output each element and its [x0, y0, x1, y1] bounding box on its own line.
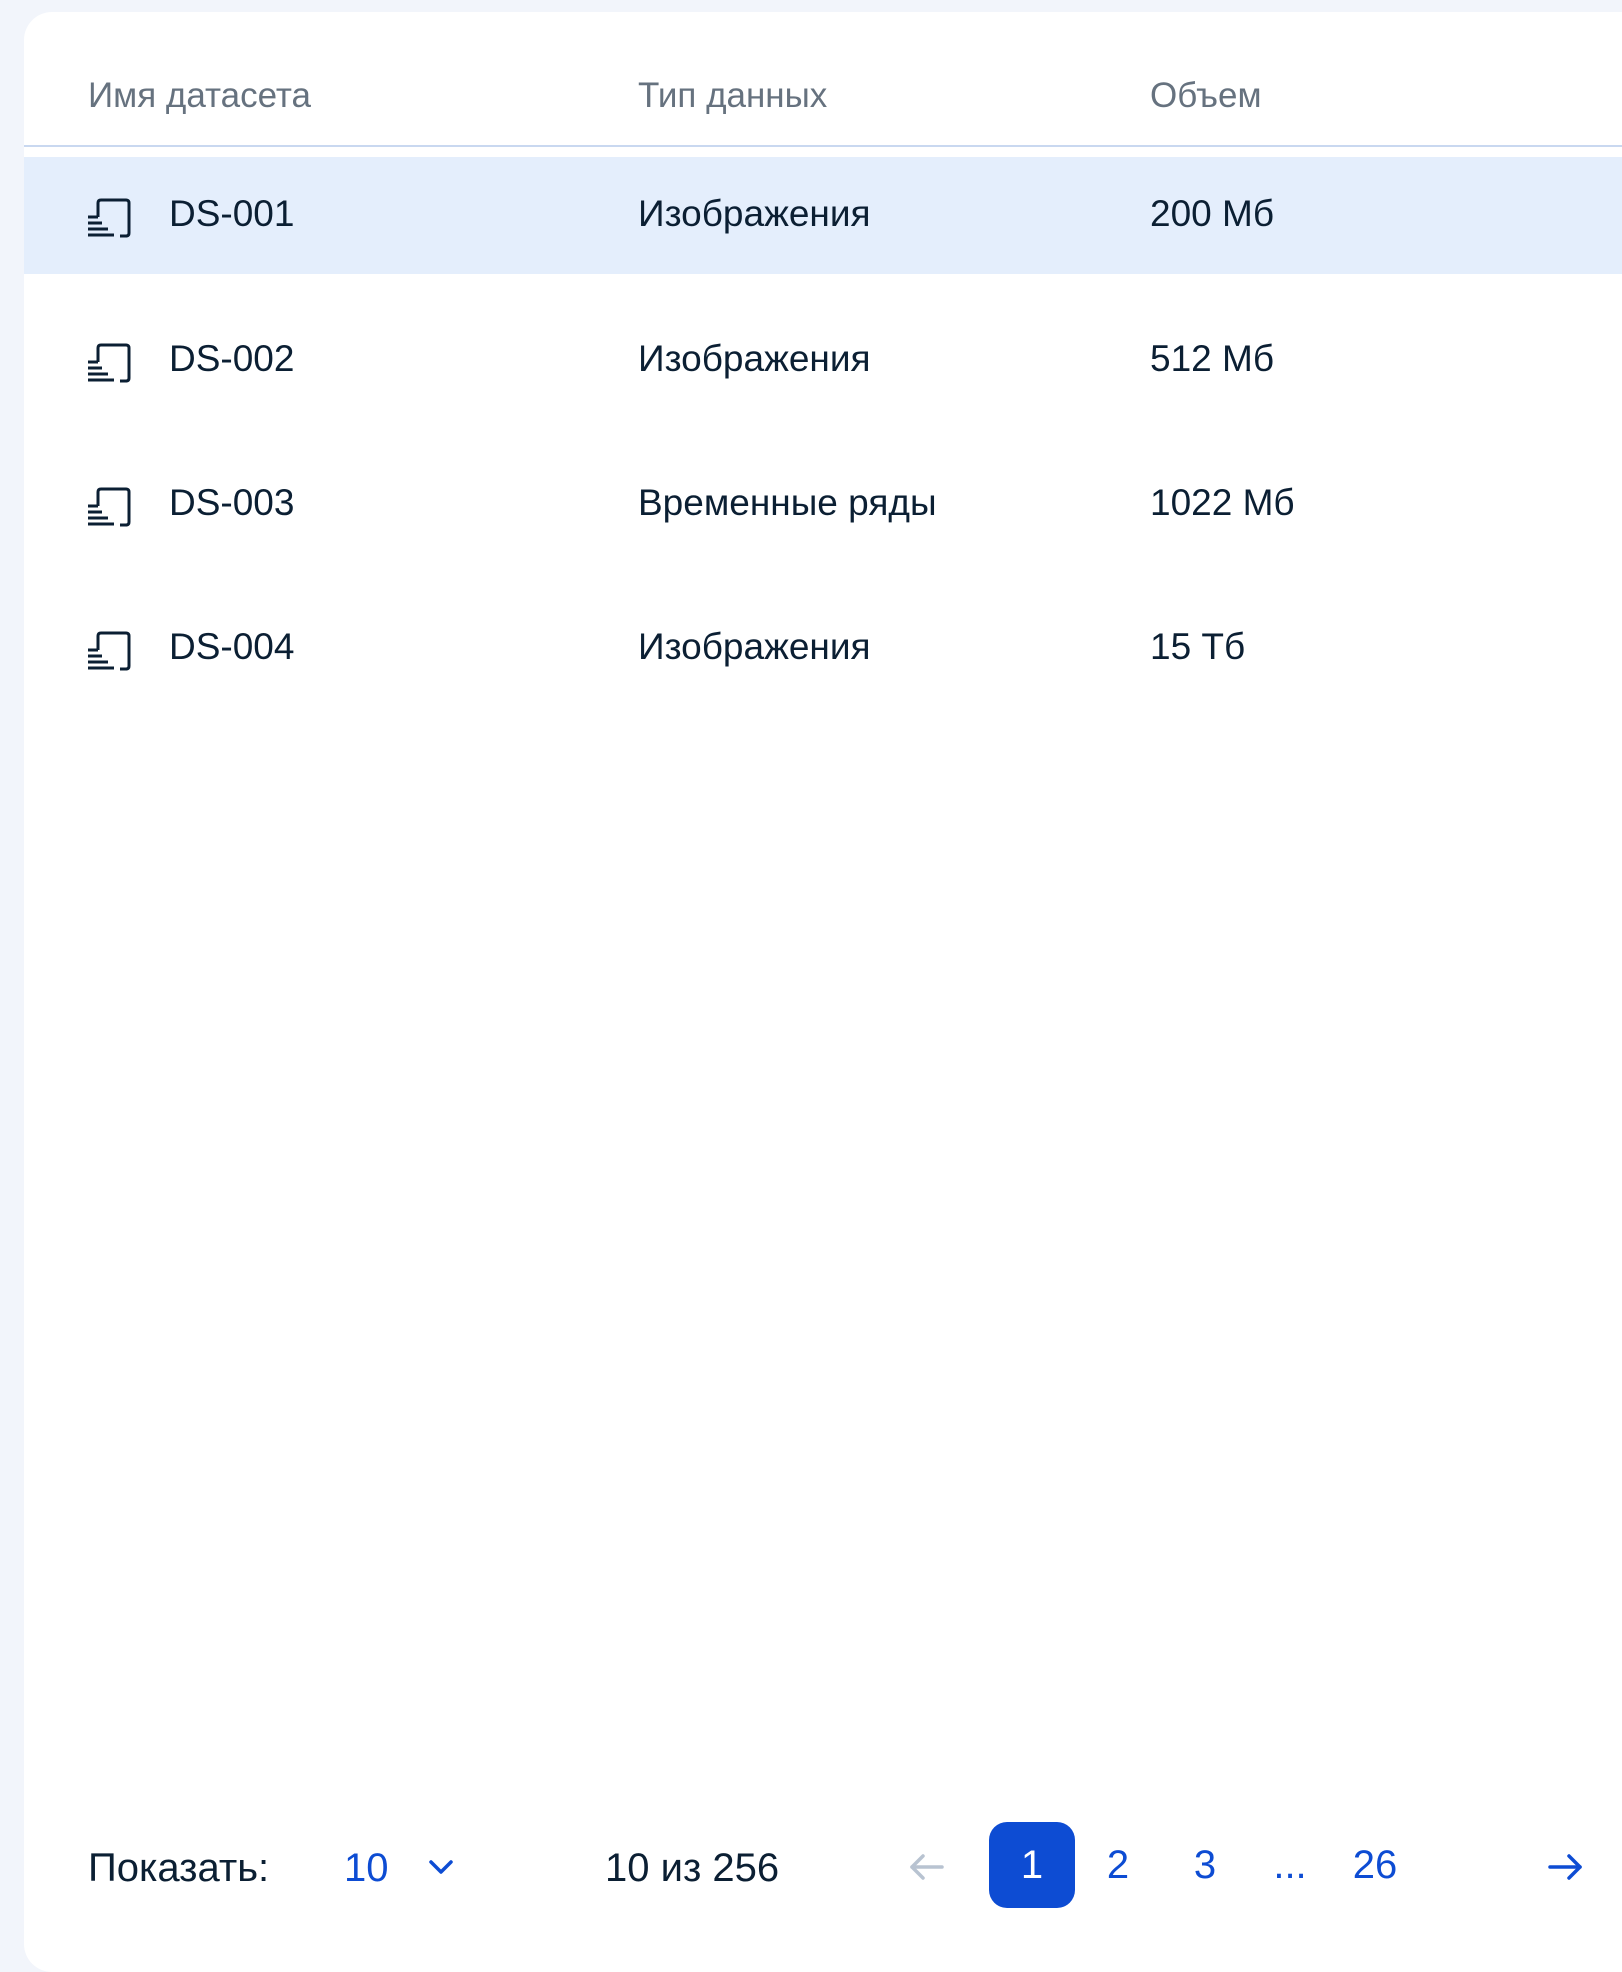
dataset-type: Изображения	[638, 193, 871, 234]
chevron-down-icon[interactable]	[424, 1850, 458, 1884]
pagination-bar: Показать: 10 10 из 256 1 2 3 ... 26	[24, 1812, 1622, 1912]
dataset-type: Временные ряды	[638, 482, 937, 523]
dataset-name: DS-004	[169, 626, 295, 667]
table-row[interactable]: DS-002 Изображения 512 Мб	[24, 302, 1622, 419]
dataset-icon	[88, 631, 131, 671]
page-button-1[interactable]: 1	[989, 1822, 1075, 1908]
dataset-icon	[88, 343, 131, 383]
table-row[interactable]: DS-001 Изображения 200 Мб	[24, 157, 1622, 274]
arrow-left-icon[interactable]	[906, 1846, 948, 1888]
table-row[interactable]: DS-003 Временные ряды 1022 Мб	[24, 446, 1622, 563]
table-row[interactable]: DS-004 Изображения 15 Тб	[24, 590, 1622, 707]
page-size-label: Показать:	[88, 1846, 270, 1890]
column-header-type[interactable]: Тип данных	[638, 78, 827, 113]
page-button-3[interactable]: 3	[1162, 1822, 1248, 1908]
dataset-size: 15 Тб	[1150, 626, 1246, 667]
page-ellipsis[interactable]: ...	[1247, 1822, 1333, 1908]
range-indicator: 10 из 256	[605, 1846, 780, 1890]
dataset-type: Изображения	[638, 338, 871, 379]
page-button-2[interactable]: 2	[1075, 1822, 1161, 1908]
column-header-name[interactable]: Имя датасета	[88, 78, 311, 113]
dataset-icon	[88, 487, 131, 527]
dataset-name: DS-001	[169, 193, 295, 234]
dataset-type: Изображения	[638, 626, 871, 667]
page-size-select[interactable]: 10	[344, 1848, 389, 1888]
arrow-right-icon[interactable]	[1544, 1846, 1586, 1888]
dataset-name: DS-003	[169, 482, 295, 523]
datasets-card: Имя датасета Тип данных Объем DS-001 Изо…	[24, 12, 1622, 1972]
dataset-size: 1022 Мб	[1150, 482, 1295, 523]
table-header: Имя датасета Тип данных Объем	[24, 12, 1622, 147]
page-button-26[interactable]: 26	[1332, 1822, 1418, 1908]
column-header-size[interactable]: Объем	[1150, 78, 1262, 113]
dataset-size: 512 Мб	[1150, 338, 1275, 379]
dataset-icon	[88, 198, 131, 238]
dataset-size: 200 Мб	[1150, 193, 1275, 234]
dataset-name: DS-002	[169, 338, 295, 379]
